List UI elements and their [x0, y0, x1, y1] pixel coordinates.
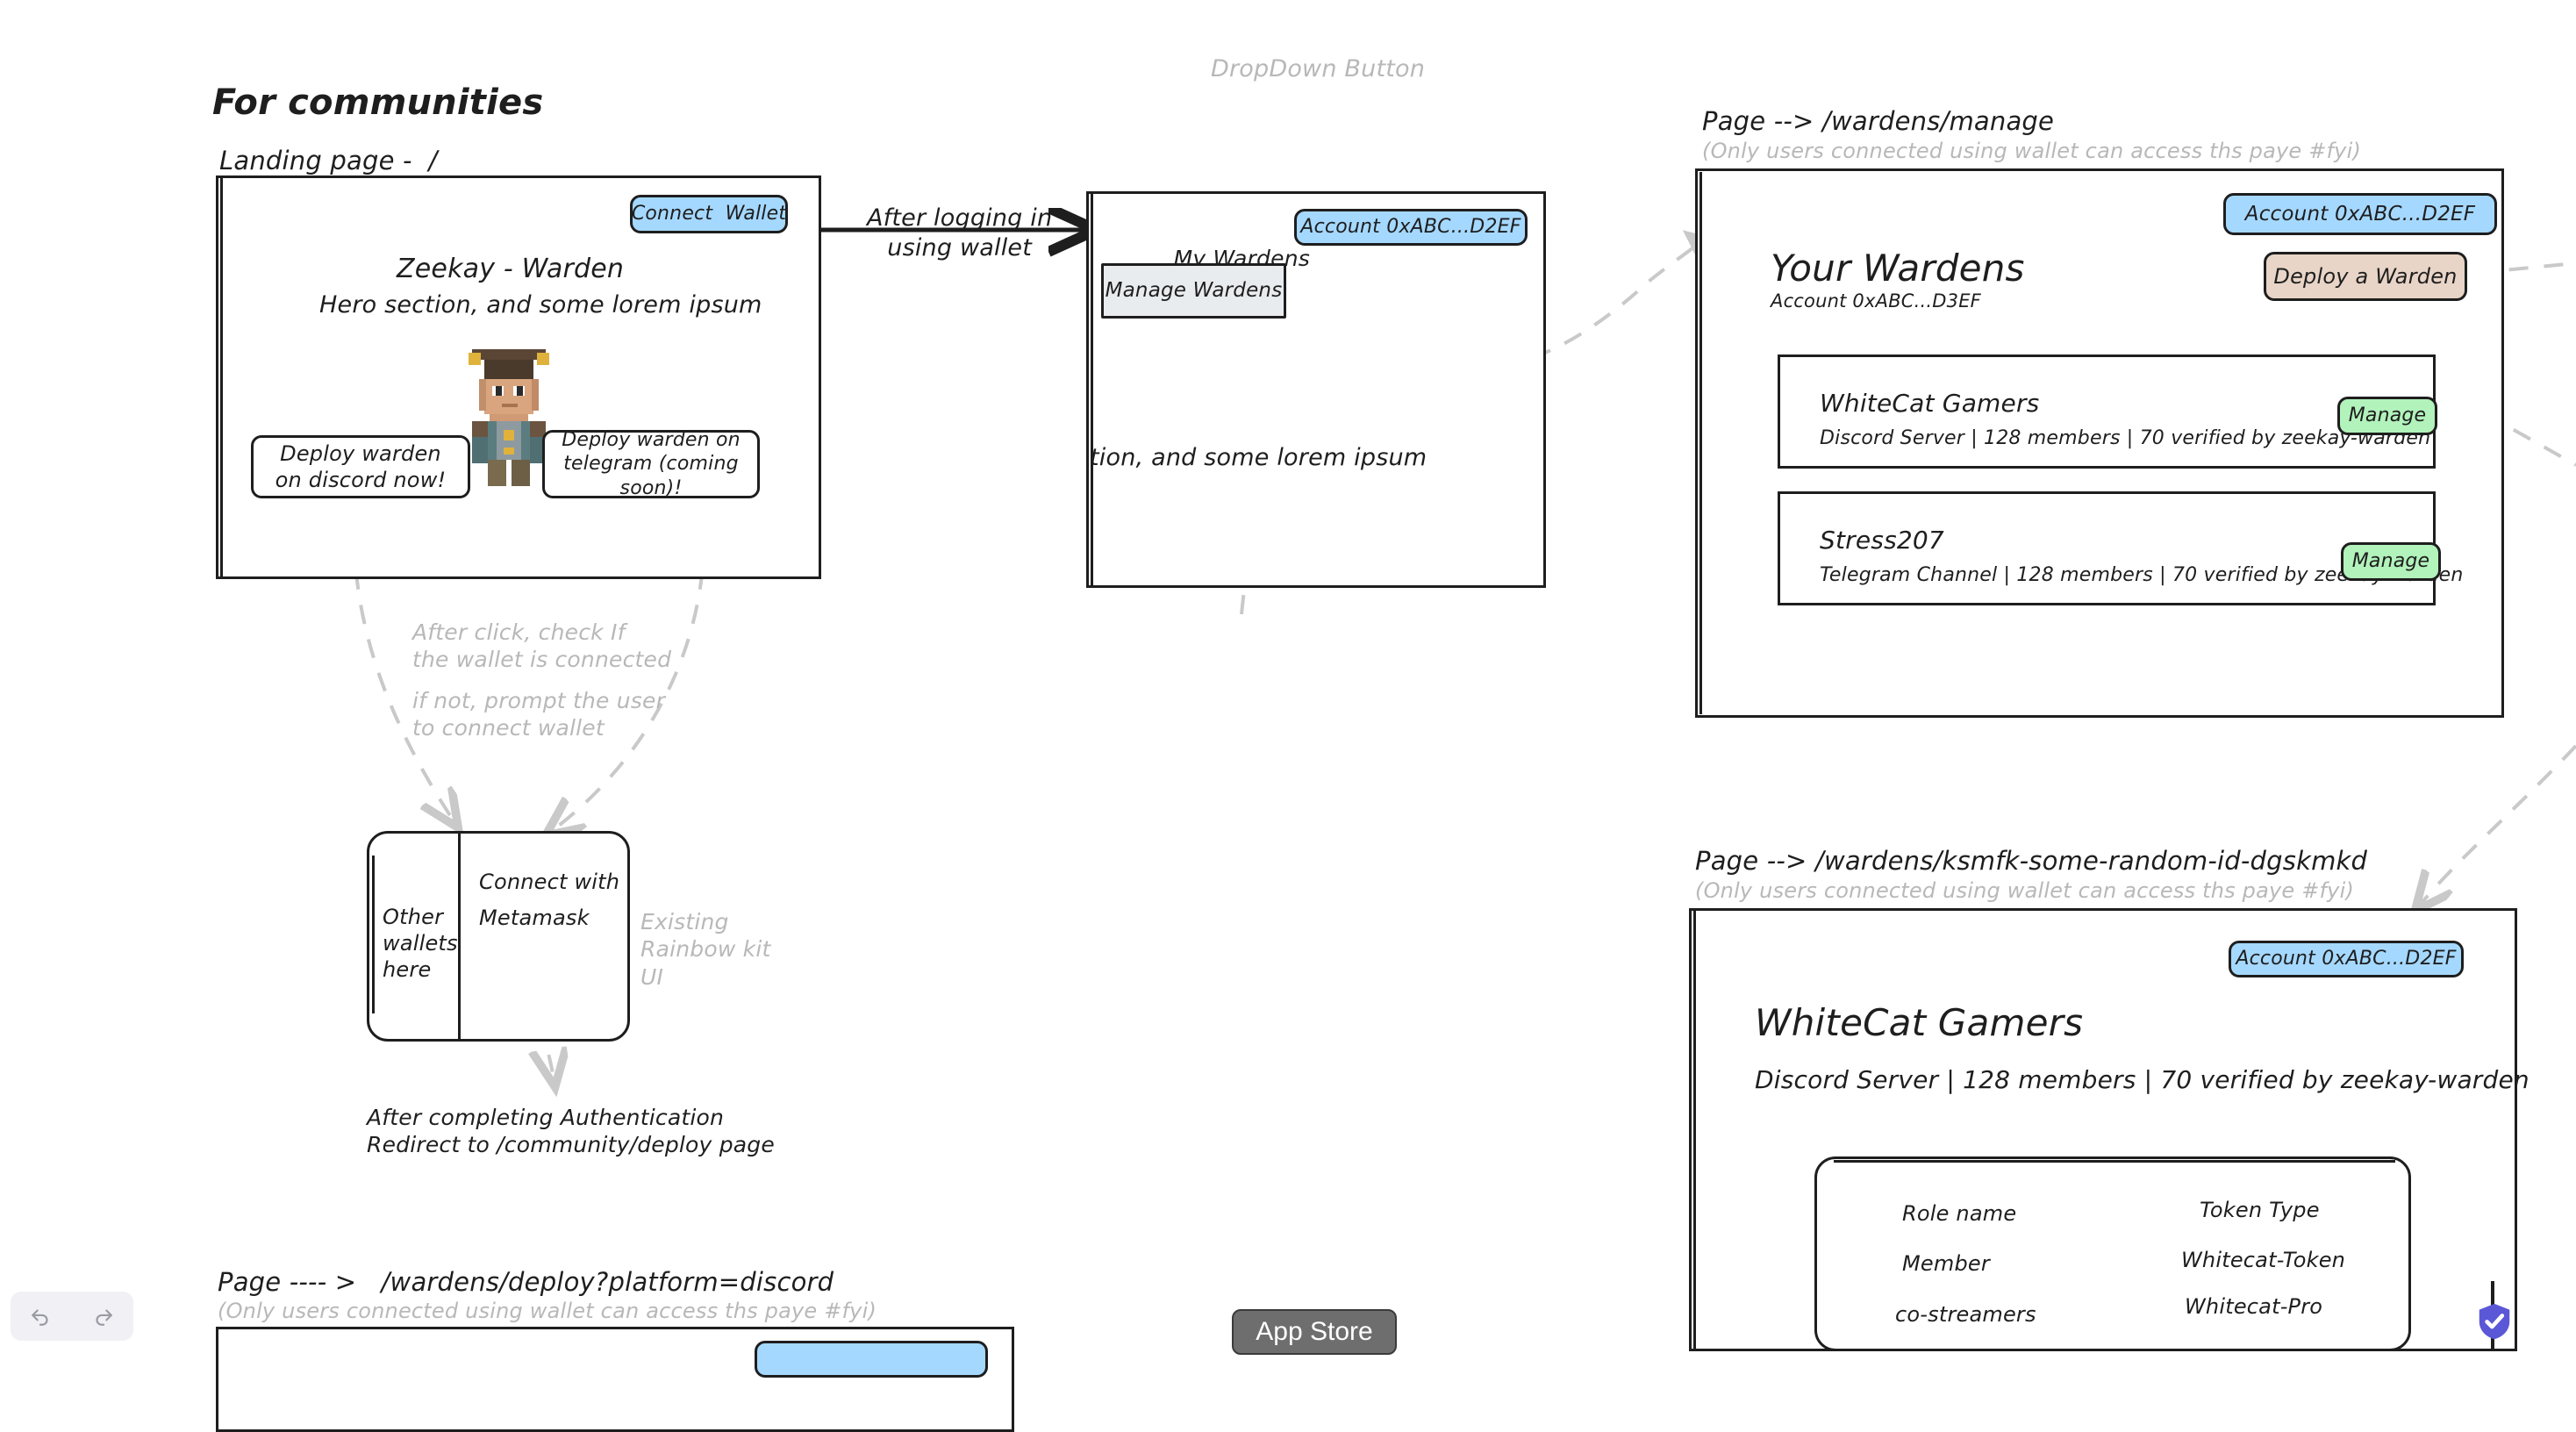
manage-page-access-note: (Only users connected using wallet can a…	[1702, 139, 2362, 163]
wallet-modal-divider	[458, 834, 461, 1039]
metamask-option[interactable]: Metamask	[479, 905, 590, 931]
after-click-note: After click, check If the wallet is conn…	[412, 619, 672, 673]
wallet-modal-left-edge	[372, 856, 375, 1013]
landing-hero-subtitle: Hero section, and some lorem ipsum	[319, 291, 762, 319]
roles-table-cell-token: Whitecat-Pro	[2185, 1294, 2323, 1319]
app-store-button[interactable]: App Store	[1232, 1309, 1397, 1355]
detail-page-access-note: (Only users connected using wallet can a…	[1695, 878, 2355, 903]
connect-wallet-button[interactable]: Connect Wallet	[630, 195, 788, 233]
manage-page-left-edge	[1699, 172, 1702, 714]
logged-in-lorem-text: tion, and some lorem ipsum	[1090, 444, 1428, 471]
warden-manage-label: Manage	[2348, 405, 2427, 427]
manage-page-account-label: Account 0xABC...D2EF	[2244, 202, 2476, 226]
minecraft-warden-avatar	[463, 349, 555, 486]
undo-redo-toolbar[interactable]	[11, 1292, 133, 1341]
deploy-a-warden-button[interactable]: Deploy a Warden	[2264, 252, 2467, 301]
landing-frame-left-edge	[220, 178, 223, 576]
redo-icon[interactable]	[91, 1305, 114, 1328]
section-title: For communities	[212, 82, 544, 123]
logged-in-panel-left-edge	[1091, 194, 1093, 585]
deploy-a-warden-label: Deploy a Warden	[2273, 264, 2458, 289]
rainbow-kit-note: Existing Rainbow kit UI	[640, 909, 771, 990]
landing-hero-title: Zeekay - Warden	[397, 254, 625, 284]
detail-page-left-edge	[1693, 911, 1696, 1351]
manage-wardens-label: Manage Wardens	[1105, 279, 1283, 303]
after-auth-note: After completing Authentication Redirect…	[367, 1105, 775, 1158]
other-wallets-label[interactable]: Other wallets here	[383, 904, 458, 983]
logged-in-account-label: Account 0xABC...D2EF	[1300, 216, 1521, 239]
manage-page-title: Your Wardens	[1771, 247, 2025, 290]
after-login-note: After logging in using wallet	[867, 204, 1053, 261]
undo-icon[interactable]	[30, 1305, 53, 1328]
manage-wardens-menu-item[interactable]: Manage Wardens	[1101, 263, 1286, 319]
roles-table-cell-role: Member	[1902, 1251, 1990, 1276]
dropdown-button-note: DropDown Button	[1211, 55, 1426, 82]
roles-table-cell-token: Whitecat-Token	[2181, 1248, 2346, 1272]
warden-card-name: Stress207	[1820, 526, 1944, 555]
connect-wallet-label: Connect Wallet	[631, 203, 787, 226]
detail-page-account-label: Account 0xABC...D2EF	[2236, 948, 2457, 970]
logged-in-account-badge[interactable]: Account 0xABC...D2EF	[1294, 209, 1528, 246]
roles-table-header-token: Token Type	[2200, 1198, 2320, 1222]
landing-page-label: Landing page - /	[219, 146, 438, 175]
warden-card-name: WhiteCat Gamers	[1820, 389, 2040, 418]
deploy-page-label: Page ---- > /wardens/deploy?platform=dis…	[218, 1267, 834, 1297]
warden-manage-button[interactable]: Manage	[2341, 542, 2441, 581]
warden-manage-label: Manage	[2351, 550, 2430, 573]
roles-table-header-role: Role name	[1902, 1201, 2017, 1226]
if-not-prompt-note: if not, prompt the user to connect walle…	[412, 688, 666, 741]
detail-page-meta: Discord Server | 128 members | 70 verifi…	[1755, 1065, 2529, 1094]
warden-manage-button[interactable]: Manage	[2337, 397, 2437, 435]
connect-with-label: Connect with	[479, 870, 620, 894]
manage-page-account-badge[interactable]: Account 0xABC...D2EF	[2223, 193, 2497, 235]
deploy-page-access-note: (Only users connected using wallet can a…	[218, 1299, 877, 1323]
deploy-telegram-label: Deploy warden on telegram (coming soon)!	[562, 428, 741, 499]
whiteboard-canvas[interactable]: For communities Landing page - / Connect…	[0, 0, 2576, 1432]
deploy-discord-label: Deploy warden on discord now!	[275, 441, 447, 492]
deploy-telegram-button[interactable]: Deploy warden on telegram (coming soon)!	[542, 428, 760, 499]
manage-page-label: Page --> /wardens/manage	[1702, 106, 2055, 136]
detail-page-title: WhiteCat Gamers	[1755, 1001, 2084, 1044]
shield-check-icon[interactable]	[2474, 1300, 2515, 1346]
deploy-discord-button[interactable]: Deploy warden on discord now!	[251, 435, 470, 498]
detail-page-account-badge[interactable]: Account 0xABC...D2EF	[2229, 941, 2464, 977]
roles-table-cell-role: co-streamers	[1895, 1302, 2036, 1327]
deploy-page-account-badge[interactable]	[755, 1341, 988, 1378]
manage-page-account-sub: Account 0xABC...D3EF	[1771, 290, 1981, 311]
detail-page-label: Page --> /wardens/ksmfk-some-random-id-d…	[1695, 846, 2368, 876]
roles-table-top-edge	[1834, 1160, 2395, 1163]
